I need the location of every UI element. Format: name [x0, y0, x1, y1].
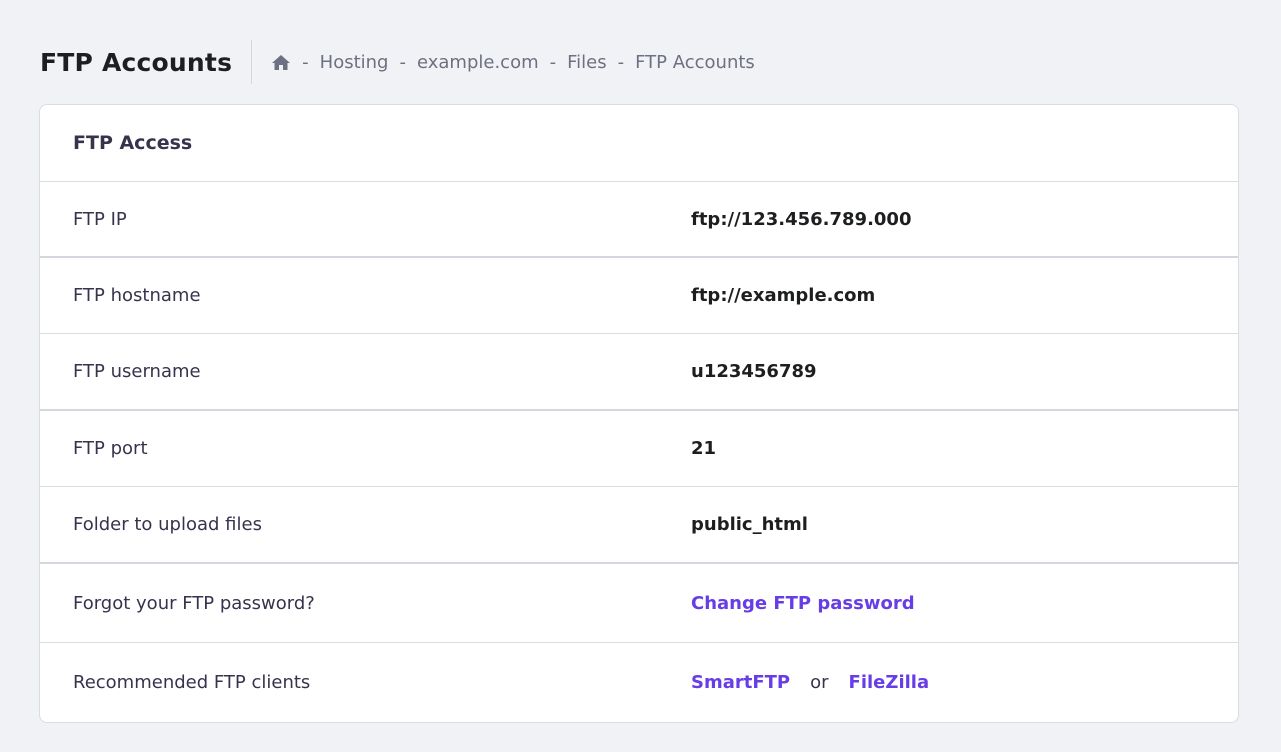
header-divider — [251, 40, 253, 84]
row-label: FTP username — [73, 361, 201, 382]
smartftp-link[interactable]: SmartFTP — [691, 672, 790, 693]
password-row: Forgot your FTP password? Change FTP pas… — [40, 564, 1238, 643]
ftp-ip-value: ftp://123.456.789.000 — [691, 208, 912, 230]
row-label: Recommended FTP clients — [73, 671, 311, 693]
ftp-clients-value: SmartFTP or FileZilla — [691, 672, 929, 693]
ftp-clients-row: Recommended FTP clients SmartFTP or FileZi… — [40, 643, 1238, 721]
ftp-hostname-value: ftp://example.com — [691, 285, 876, 306]
ftp-access-card: FTP Access FTP IP ftp://123.456.789.000 … — [39, 104, 1239, 723]
filezilla-link[interactable]: FileZilla — [849, 672, 930, 693]
card-title: FTP Access — [40, 105, 1238, 182]
breadcrumb-separator: - — [399, 51, 406, 73]
ftp-hostname-row: FTP hostname ftp://example.com — [40, 258, 1238, 334]
breadcrumb-domain[interactable]: example.com — [417, 52, 539, 73]
breadcrumb-separator: - — [549, 51, 557, 73]
breadcrumb: - Hosting - example.com - Files - FTP Ac… — [271, 52, 755, 73]
breadcrumb-separator: - — [617, 51, 625, 73]
ftp-port-value: 21 — [691, 438, 717, 459]
ftp-username-value: u123456789 — [691, 361, 817, 382]
upload-folder-row: Folder to upload files public_html — [40, 487, 1238, 564]
breadcrumb-files[interactable]: Files — [567, 52, 607, 73]
breadcrumb-separator: - — [302, 51, 309, 73]
change-ftp-password-link[interactable]: Change FTP password — [691, 593, 915, 614]
ftp-ip-row: FTP IP ftp://123.456.789.000 — [40, 182, 1238, 258]
row-label: Folder to upload files — [73, 514, 262, 535]
page-header: FTP Accounts - Hosting - example.com - F… — [40, 40, 755, 84]
row-label: Forgot your FTP password? — [73, 592, 315, 614]
ftp-username-row: FTP username u123456789 — [40, 334, 1238, 411]
ftp-port-row: FTP port 21 — [40, 411, 1238, 487]
breadcrumb-hosting[interactable]: Hosting — [320, 52, 389, 73]
home-icon[interactable] — [271, 54, 291, 71]
upload-folder-value: public_html — [691, 514, 808, 535]
row-label: FTP hostname — [73, 285, 201, 306]
page-title: FTP Accounts — [40, 47, 233, 77]
row-label: FTP port — [73, 438, 148, 459]
or-text: or — [810, 671, 829, 693]
row-label: FTP IP — [73, 208, 127, 230]
breadcrumb-current: FTP Accounts — [635, 51, 755, 73]
